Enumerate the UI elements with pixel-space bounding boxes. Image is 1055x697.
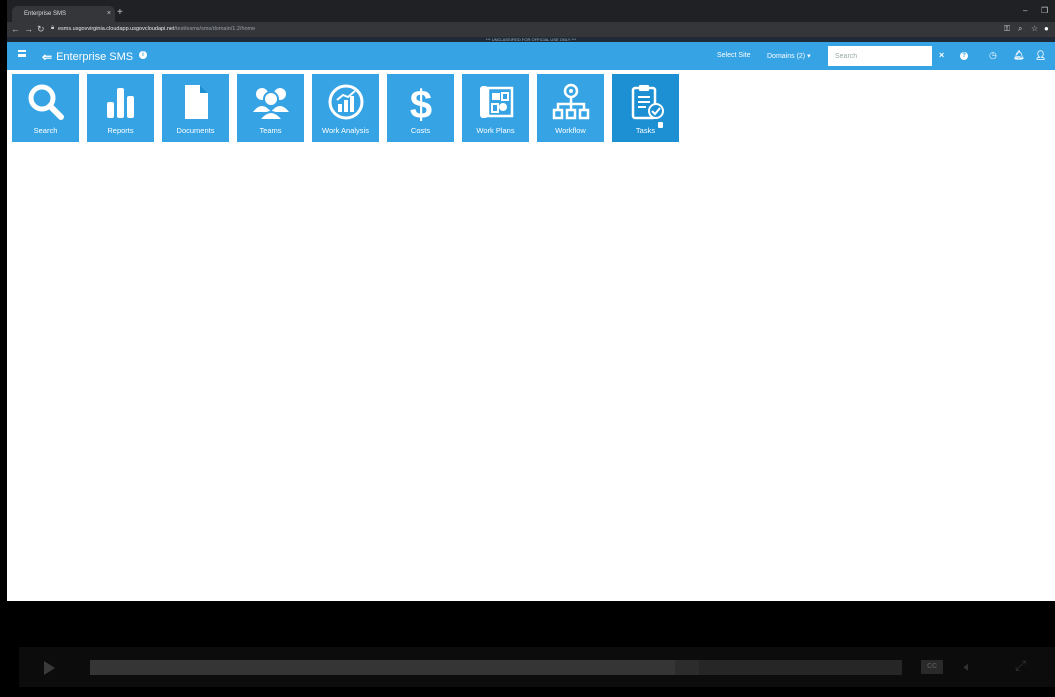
captions-button[interactable]: CC — [921, 660, 943, 674]
tile-costs[interactable]: $ Costs — [387, 74, 454, 142]
document-icon — [184, 85, 208, 119]
workflow-icon — [552, 83, 589, 120]
tile-label: Reports — [107, 126, 134, 135]
tile-workflow[interactable]: Workflow — [537, 74, 604, 142]
bell-icon[interactable]: 🔔︎ — [1013, 50, 1024, 61]
search-input[interactable] — [828, 46, 932, 66]
browser-tab[interactable]: Enterprise SMS × — [12, 6, 115, 22]
app-header: ⇐ Enterprise SMS i Select Site Domains (… — [7, 42, 1055, 70]
tile-label: Teams — [259, 126, 282, 135]
people-icon — [252, 88, 289, 121]
mouse-cursor — [658, 122, 663, 128]
tile-label: Documents — [176, 126, 215, 135]
tile-work-analysis[interactable]: Work Analysis — [312, 74, 379, 142]
tile-documents[interactable]: Documents — [162, 74, 229, 142]
forward-icon[interactable]: → — [24, 24, 33, 34]
browser-window: Enterprise SMS × + – ❐ ← → ↻ 🔒︎ esms.usg… — [7, 0, 1055, 697]
select-site-link[interactable]: Select Site — [717, 52, 750, 59]
back-icon[interactable]: ← — [11, 24, 20, 34]
tile-work-plans[interactable]: Work Plans — [462, 74, 529, 142]
tile-label: Tasks — [635, 126, 656, 135]
search-icon — [28, 84, 64, 120]
tab-close-icon[interactable]: × — [107, 10, 111, 17]
address-bar: ← → ↻ 🔒︎ esms.usgovvirginia.cloudapp.usg… — [7, 22, 1055, 37]
tile-label: Costs — [410, 126, 431, 135]
svg-text:$: $ — [409, 83, 431, 122]
fullscreen-icon[interactable]: ⤢ — [1015, 657, 1026, 674]
video-player: CC 🔈︎ ⤢ — [7, 601, 1055, 697]
tile-reports[interactable]: Reports — [87, 74, 154, 142]
volume-icon[interactable]: 🔈︎ — [964, 659, 972, 675]
info-icon[interactable]: i — [139, 51, 147, 59]
url-field[interactable]: esms.usgovvirginia.cloudapp.usgovcloudap… — [58, 26, 255, 32]
minimize-icon[interactable]: – — [1023, 6, 1027, 15]
zoom-icon[interactable]: ⌕ — [1018, 24, 1022, 34]
brand-logo-icon: ⇐ — [42, 50, 53, 64]
tile-teams[interactable]: Teams — [237, 74, 304, 142]
tile-label: Search — [33, 126, 58, 135]
tab-title: Enterprise SMS — [24, 11, 67, 17]
progress-bar[interactable] — [90, 660, 902, 675]
restore-icon[interactable]: ❐ — [1041, 6, 1048, 15]
play-icon[interactable] — [44, 661, 55, 675]
tile-tasks[interactable]: Tasks — [612, 74, 679, 142]
tile-label: Work Plans — [476, 126, 515, 135]
tile-label: Workflow — [555, 126, 586, 135]
url-path: /test/esms/sms/domain/1.2/home — [174, 26, 256, 32]
app-name: Enterprise SMS — [56, 51, 134, 63]
profile-icon[interactable]: ● — [1044, 24, 1049, 33]
browser-tab-bar: Enterprise SMS × + – ❐ — [7, 0, 1055, 22]
dollar-icon: $ — [409, 83, 431, 122]
domains-dropdown[interactable]: Domains (2) ▾ — [767, 52, 811, 60]
blueprint-icon — [479, 86, 513, 118]
hamburger-menu-icon[interactable] — [18, 50, 26, 57]
url-host: esms.usgovvirginia.cloudapp.usgovcloudap… — [58, 26, 175, 32]
user-icon[interactable]: 👤︎ — [1035, 50, 1046, 61]
progress-buffer — [674, 660, 699, 675]
lock-icon: 🔒︎ — [51, 25, 55, 31]
key-icon[interactable]: ⚿ — [1004, 24, 1010, 34]
star-icon[interactable]: ☆ — [1031, 24, 1038, 33]
bar-chart-icon — [106, 88, 134, 118]
new-tab-button[interactable]: + — [117, 7, 123, 18]
progress-fill — [90, 660, 675, 675]
tile-search[interactable]: Search — [12, 74, 79, 142]
analysis-icon — [328, 84, 363, 120]
clear-search-icon[interactable]: × — [939, 50, 944, 60]
tile-label: Work Analysis — [322, 126, 369, 135]
module-tiles: Search Reports Documents Teams Work Anal… — [12, 74, 679, 142]
history-icon[interactable]: ◷ — [989, 50, 997, 61]
reload-icon[interactable]: ↻ — [37, 24, 45, 35]
help-icon[interactable]: ? — [960, 52, 968, 60]
player-controls: CC 🔈︎ ⤢ — [19, 647, 1055, 687]
clipboard-check-icon — [631, 85, 664, 120]
brand[interactable]: ⇐ Enterprise SMS — [42, 50, 133, 64]
